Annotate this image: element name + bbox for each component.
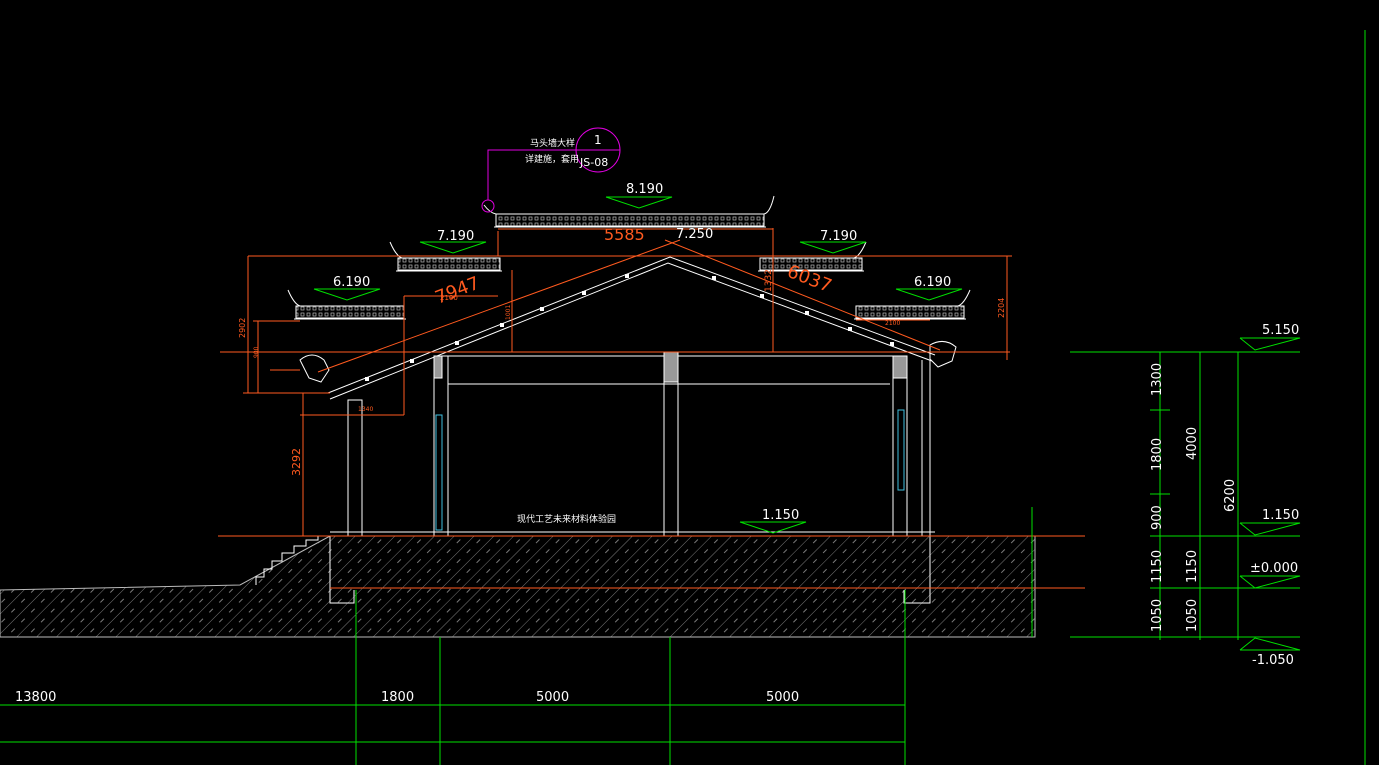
horse-head-walls: [287, 195, 971, 320]
vdim-b-2: 1050: [1185, 599, 1200, 632]
vdim-b-0: 4000: [1185, 427, 1200, 460]
dim-left-sub: 900: [253, 346, 260, 358]
elev-floor: 1.150: [762, 508, 799, 523]
hdim-2: 5000: [536, 690, 569, 705]
dim-left-width: 2100: [440, 294, 458, 302]
dim-center: 1001: [505, 305, 512, 320]
cad-section-drawing: 马头墙大样 详建施，套用 1 JS-08 8.190 7.250 7.190 7…: [0, 30, 1366, 765]
vdim-a-0: 1300: [1150, 363, 1165, 396]
elev-right-ground: ±0.000: [1250, 561, 1298, 576]
elev-left-low: 6.190: [333, 275, 370, 290]
room-label: 现代工艺未来材料体验园: [517, 513, 616, 525]
building-section: [299, 256, 957, 537]
elev-right-top: 5.150: [1262, 323, 1299, 338]
callout-sheet: JS-08: [579, 156, 608, 169]
elev-right-mid: 7.190: [820, 229, 857, 244]
dim-left-slope: 7947: [432, 273, 482, 309]
dim-right-height: 2204: [997, 298, 1006, 318]
dim-left-lower: 3292: [290, 448, 303, 476]
vdim-a-1: 1800: [1150, 438, 1165, 471]
elev-left-mid: 7.190: [437, 229, 474, 244]
callout-line1: 马头墙大样: [530, 137, 575, 149]
vdim-a-2: 900: [1150, 505, 1165, 530]
callout-line2: 详建施，套用: [525, 153, 579, 165]
elev-right-floor: 1.150: [1262, 508, 1299, 523]
vdim-a-4: 1050: [1150, 599, 1165, 632]
hdim-1: 1800: [381, 690, 414, 705]
elev-ridge: 8.190: [626, 182, 663, 197]
hdim-0: 13800: [15, 690, 56, 705]
vdim-overall: 6200: [1223, 479, 1238, 512]
ground-hatch: [0, 535, 1036, 638]
dim-right-width: 2100: [885, 320, 900, 327]
hdim-3: 5000: [766, 690, 799, 705]
green-dimensions: [0, 30, 1366, 765]
dim-ridge-span: 5585: [604, 225, 645, 244]
vdim-a-3: 1150: [1150, 550, 1165, 583]
elev-right-low: 6.190: [914, 275, 951, 290]
dim-left-height: 2902: [238, 318, 247, 338]
callout-number: 1: [594, 133, 602, 147]
elev-ridge-inner: 7.250: [676, 227, 713, 242]
dim-left-eave: 1340: [358, 406, 373, 413]
dim-right-center: 1332: [764, 269, 774, 292]
vdim-b-1: 1150: [1185, 550, 1200, 583]
elev-right-bottom: -1.050: [1252, 653, 1294, 668]
